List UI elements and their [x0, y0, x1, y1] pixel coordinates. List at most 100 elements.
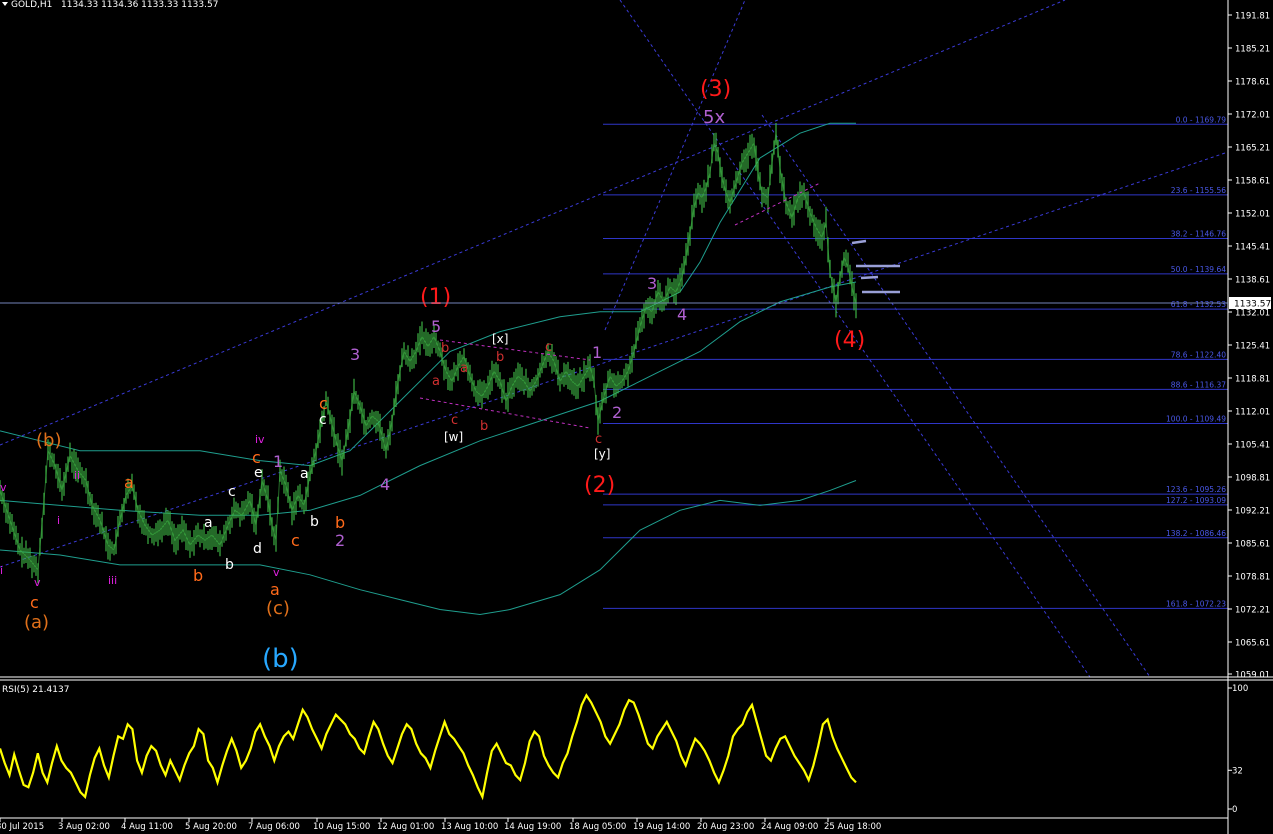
time-tick-label: 19 Aug 14:00: [633, 822, 690, 832]
time-tick-label: 30 Jul 2015: [0, 822, 44, 832]
price-tick-label: 1178.61: [1235, 78, 1270, 88]
wave-label: b: [496, 350, 504, 365]
wave-label: c: [291, 531, 300, 550]
time-tick-label: 20 Aug 23:00: [697, 822, 754, 832]
wave-label: (b): [36, 430, 61, 451]
price-tick-label: 1098.81: [1235, 474, 1270, 484]
wave-label: iv: [255, 433, 265, 446]
price-tick-label: 1185.21: [1235, 45, 1270, 55]
wave-label: 2: [612, 403, 622, 422]
wave-label: (b): [262, 644, 299, 674]
rsi-title: RSI(5) 21.4137: [2, 685, 69, 695]
wave-label: 4: [380, 475, 390, 494]
wave-label: e: [254, 465, 263, 481]
price-tick-label: 1125.41: [1235, 342, 1270, 352]
fib-level-label: 123.6 - 1095.26: [1166, 485, 1226, 494]
time-tick-label: 5 Aug 20:00: [185, 822, 237, 832]
chart-header: GOLD,H1 1134.33 1134.36 1133.33 1133.57: [2, 0, 218, 10]
wave-label: [w]: [444, 430, 463, 444]
wave-label: (3): [700, 77, 731, 102]
fib-level-label: 23.6 - 1155.56: [1171, 186, 1226, 195]
price-axis: 1191.81 1185.21 1178.61 1172.01 1165.21 1158.…: [1228, 12, 1270, 681]
wave-label: i: [57, 514, 60, 527]
price-tick-label: 1078.81: [1235, 573, 1270, 583]
wave-label: 5: [431, 317, 441, 336]
wave-label: 5x: [703, 107, 725, 128]
price-tick-label: 1105.41: [1235, 441, 1270, 451]
wave-label: b: [480, 419, 488, 434]
price-tick-label: 1092.21: [1235, 507, 1270, 517]
wave-label: c: [545, 340, 552, 355]
wave-label: b: [441, 341, 449, 356]
wave-label: [x]: [492, 332, 508, 346]
wave-label: a: [432, 374, 440, 389]
price-tick-label: 1065.61: [1235, 639, 1270, 649]
price-tick-label: 1072.21: [1235, 606, 1270, 616]
time-tick-label: 10 Aug 15:00: [313, 822, 370, 832]
fib-level-label: 78.6 - 1122.40: [1171, 350, 1226, 359]
price-tick-label: 1085.61: [1235, 540, 1270, 550]
fib-level-label: 161.8 - 1072.23: [1166, 599, 1226, 608]
price-tick-label: 1118.81: [1235, 375, 1270, 385]
fib-level-label: 0.0 - 1169.79: [1176, 115, 1227, 124]
time-tick-label: 18 Aug 05:00: [569, 822, 626, 832]
fib-level-label: 88.6 - 1116.37: [1171, 380, 1226, 389]
wave-label: d: [253, 541, 262, 557]
rsi-tick-label: 0: [1232, 805, 1237, 815]
price-tick-label: 1165.21: [1235, 144, 1270, 154]
chart-canvas: GOLD,H1 1134.33 1134.36 1133.33 1133.57 …: [0, 0, 1273, 834]
wave-label: c: [319, 394, 328, 413]
wave-label: 2: [335, 531, 345, 550]
wave-label: c: [30, 593, 39, 612]
current-price-label: 1133.57: [1234, 300, 1271, 310]
price-tick-label: 1191.81: [1235, 12, 1270, 22]
time-tick-label: 24 Aug 09:00: [761, 822, 818, 832]
price-tick-label: 1172.01: [1235, 111, 1270, 121]
wave-label: 1: [592, 343, 602, 362]
wave-label: b: [335, 513, 345, 532]
price-tick-label: 1059.01: [1235, 671, 1270, 681]
fib-level-label: 38.2 - 1146.76: [1171, 230, 1226, 239]
fib-level-label: 100.0 - 1109.49: [1166, 415, 1226, 424]
time-tick-label: 14 Aug 19:00: [504, 822, 561, 832]
price-tick-label: 1158.61: [1235, 177, 1270, 187]
quote-values: 1134.33 1134.36 1133.33 1133.57: [61, 0, 218, 10]
target-mark: [860, 275, 879, 280]
price-tick-label: 1152.01: [1235, 210, 1270, 220]
wave-label: 3: [647, 274, 657, 293]
fib-level-label: 50.0 - 1139.64: [1171, 265, 1226, 274]
wave-label: a: [460, 361, 468, 376]
price-tick-label: 1132.01: [1235, 309, 1270, 319]
wave-label: c: [319, 412, 327, 428]
wave-label: 4: [677, 305, 687, 324]
rsi-tick-label: 32: [1232, 766, 1243, 776]
wave-label: (a): [24, 612, 49, 633]
price-tick-label: 1138.61: [1235, 276, 1270, 286]
symbol-label: GOLD,H1: [11, 0, 52, 10]
time-tick-label: 13 Aug 10:00: [441, 822, 498, 832]
price-tick-label: 1145.41: [1235, 243, 1270, 253]
wave-label: (1): [420, 285, 451, 310]
wave-label: a: [270, 580, 280, 599]
fib-level-label: 138.2 - 1086.46: [1166, 529, 1226, 538]
wave-label: 3: [350, 345, 360, 364]
time-tick-label: 25 Aug 18:00: [824, 822, 881, 832]
fib-level-label: 127.2 - 1093.09: [1166, 496, 1226, 505]
price-tick-label: 1112.01: [1235, 408, 1270, 418]
wave-label: b: [310, 514, 319, 530]
wave-label: i: [0, 564, 3, 577]
wave-label: 1: [273, 452, 283, 471]
wave-label: ii: [74, 469, 80, 482]
wave-label: b: [225, 557, 234, 573]
wave-label: (4): [834, 328, 865, 353]
wave-label: a: [204, 515, 213, 531]
wave-label: iii: [108, 574, 117, 587]
time-tick-label: 12 Aug 01:00: [377, 822, 434, 832]
rsi-tick-label: 100: [1232, 684, 1248, 694]
wave-label: v: [273, 566, 280, 579]
wave-label: a: [124, 473, 134, 492]
wave-label: v: [0, 481, 7, 494]
time-tick-label: 3 Aug 02:00: [58, 822, 110, 832]
time-tick-label: 7 Aug 06:00: [248, 822, 300, 832]
wave-label: v: [34, 576, 41, 589]
